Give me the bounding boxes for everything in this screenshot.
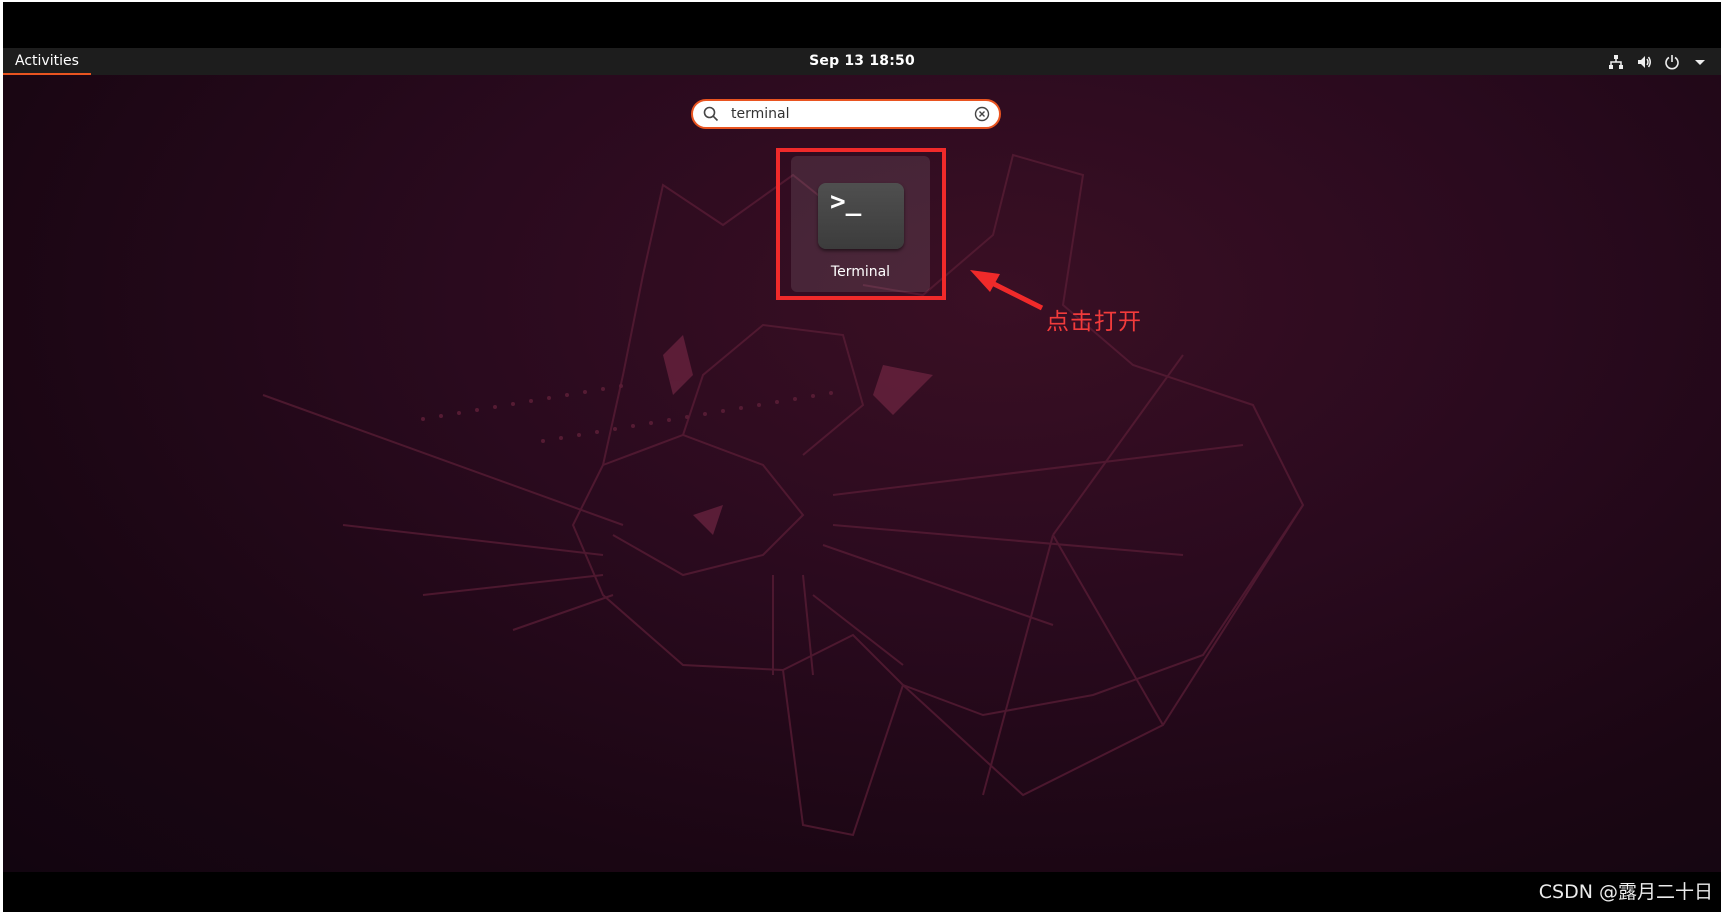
chevron-down-icon[interactable] [1691, 53, 1709, 71]
watermark: CSDN @露月二十日 [1538, 881, 1713, 903]
terminal-icon: >_ [818, 183, 904, 249]
screen: Activities Sep 13 18:50 [3, 2, 1721, 912]
system-tray [1607, 48, 1709, 75]
search-box[interactable] [691, 99, 1001, 129]
bottom-strip [3, 872, 1721, 912]
app-result-label: Terminal [830, 264, 891, 280]
power-icon[interactable] [1663, 53, 1681, 71]
app-result-terminal[interactable]: >_ Terminal [791, 156, 930, 292]
clock[interactable]: Sep 13 18:50 [809, 53, 915, 69]
network-icon[interactable] [1607, 53, 1625, 71]
top-bar: Activities Sep 13 18:50 [3, 48, 1721, 75]
clear-search-icon[interactable] [973, 105, 991, 123]
annotation-text: 点击打开 [1046, 309, 1142, 335]
clock-area: Sep 13 18:50 [3, 48, 1721, 75]
volume-icon[interactable] [1635, 53, 1653, 71]
search-icon [701, 104, 721, 124]
search-input[interactable] [731, 102, 965, 126]
top-strip [3, 2, 1721, 48]
terminal-prompt-glyph: >_ [830, 187, 862, 217]
activities-button[interactable]: Activities [3, 48, 91, 75]
